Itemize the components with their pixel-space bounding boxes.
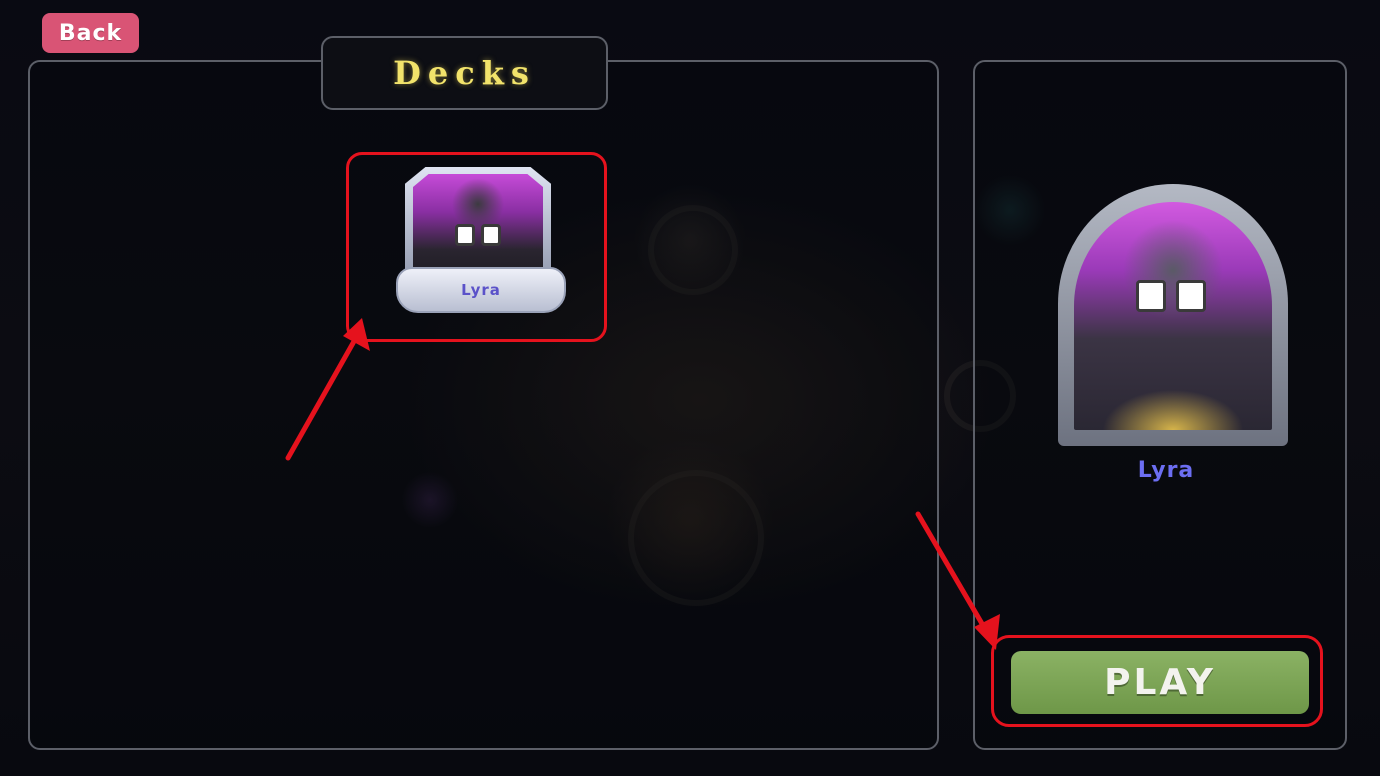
annotation-arrows bbox=[285, 318, 1000, 650]
arrow-to-play-line bbox=[915, 511, 991, 637]
arrow-to-deck-head bbox=[343, 318, 370, 351]
deck-select-screen: Back Decks Lyra Lyra PLAY bbox=[0, 0, 1380, 776]
arrow-to-deck-line bbox=[285, 333, 360, 461]
